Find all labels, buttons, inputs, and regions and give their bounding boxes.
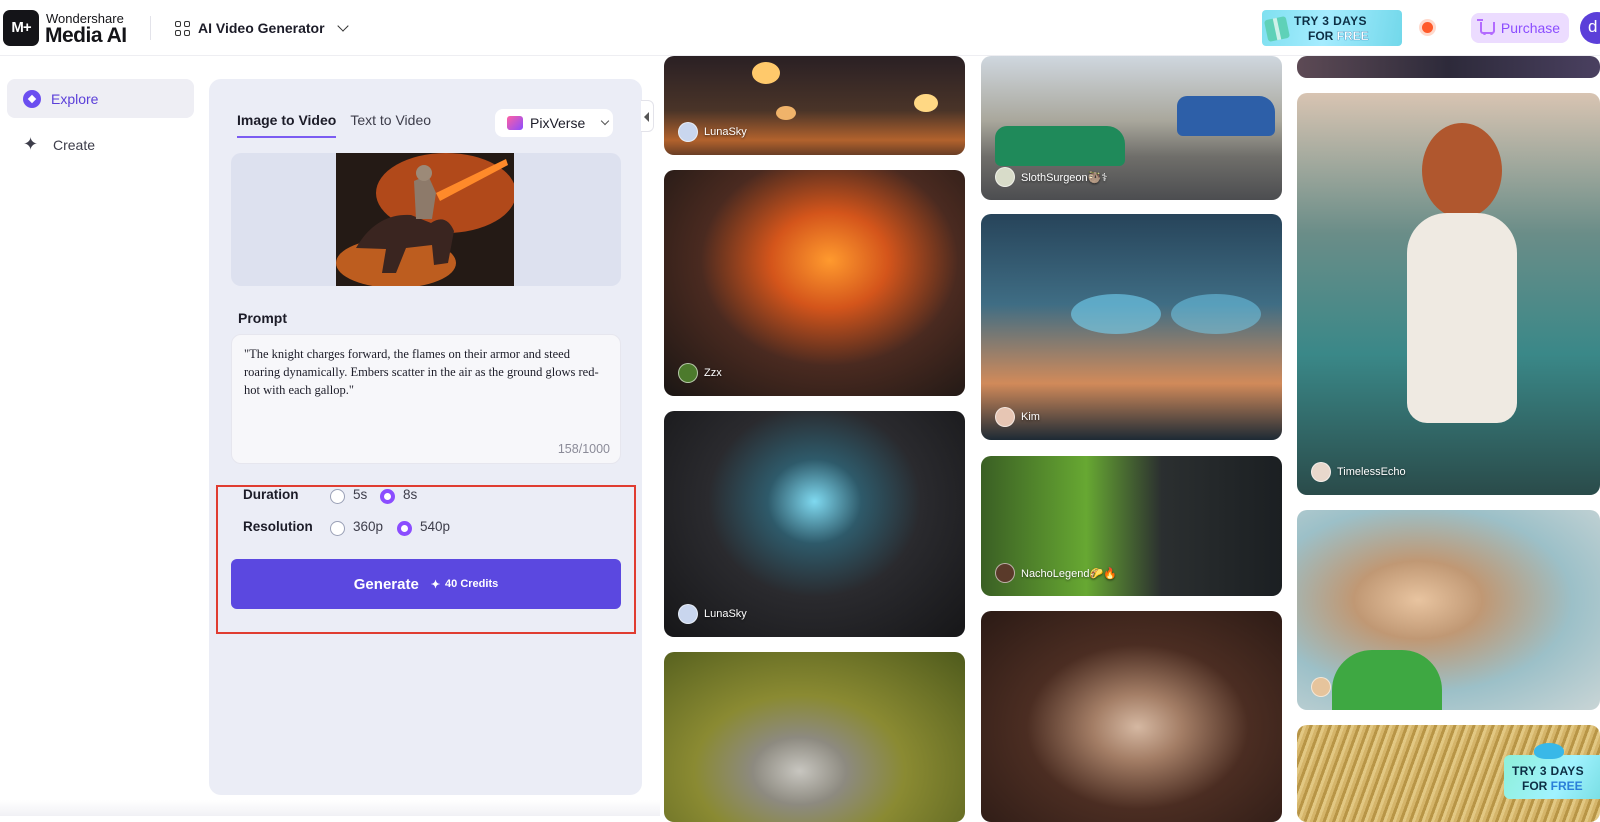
bottom-shadow [0,800,660,816]
floating-trial-button[interactable]: TRY 3 DAYS FOR FREE [1504,743,1600,799]
gallery-card[interactable]: LunaSky [664,411,965,637]
cart-icon [1476,19,1495,35]
gallery-card[interactable]: Zzx [664,170,965,396]
media-ai-logo-icon[interactable]: M+ [3,10,39,46]
compass-icon [23,89,41,108]
prompt-char-count: 158/1000 [557,442,610,456]
author-avatar [995,407,1015,427]
image-upload-area[interactable] [231,153,621,286]
gallery-card[interactable]: OceanBreeze [1297,510,1600,710]
chevron-down-icon [601,116,610,126]
card-author: LunaSky [678,122,747,142]
author-avatar [1311,677,1331,697]
duration-radio-8s[interactable] [380,489,395,504]
nav-item-label: Explore [51,90,99,107]
author-avatar [678,122,698,142]
notification-dot-icon[interactable] [1422,22,1433,33]
purchase-button[interactable]: Purchase [1471,13,1569,43]
credits-cost: ✦ 40 Credits [431,578,498,591]
card-author: NachoLegend🌮🔥 [995,563,1117,583]
uploaded-knight-image [336,153,514,286]
user-avatar[interactable]: d [1580,12,1600,44]
nav-item-create[interactable]: ✦ Create [7,125,194,164]
header-divider [150,16,151,40]
credit-sparkle-icon: ✦ [430,578,441,591]
collapse-panel-icon[interactable] [641,100,654,132]
free-trial-banner[interactable]: TRY 3 DAYS FOR FREE [1262,10,1402,46]
gallery-card[interactable]: NachoLegend🌮🔥 [981,456,1282,596]
duration-option-5s: 5s [353,487,368,502]
card-author: Kim [995,407,1040,427]
gallery-card[interactable]: LunaSky [664,56,965,155]
author-avatar [678,604,698,624]
brand-name-bottom[interactable]: Media AI [45,24,127,48]
resolution-option-360p: 360p [353,519,384,534]
sparkle-icon: ✦ [23,133,39,154]
nav-item-label: Create [53,136,96,153]
author-avatar [995,563,1015,583]
resolution-radio-540p[interactable] [397,521,412,536]
pixverse-icon [507,116,523,130]
duration-radio-5s[interactable] [330,489,345,504]
purchase-label: Purchase [1500,20,1561,36]
author-avatar [995,167,1015,187]
credits-label: 40 Credits [445,578,499,590]
chevron-down-icon [336,20,349,32]
gallery-card[interactable] [1297,56,1600,78]
product-switcher[interactable]: AI Video Generator [175,16,349,40]
card-author: Zzx [678,363,722,383]
trial-banner-line1: TRY 3 DAYS [1294,14,1367,28]
card-author: LunaSky [678,604,747,624]
gift-bow-icon [1534,743,1564,759]
gallery-card[interactable]: TimelessEcho [1297,93,1600,495]
author-avatar [678,363,698,383]
top-header: M+ Wondershare Media AI AI Video Generat… [0,0,1600,56]
generator-tabs: Image to Video Text to Video [237,112,431,138]
card-author: OceanBreeze [1311,677,1404,697]
resolution-radio-360p[interactable] [330,521,345,536]
author-avatar [1311,462,1331,482]
trial-banner-line2: FOR FREE [1308,29,1369,43]
floating-trial-line1: TRY 3 DAYS [1512,764,1584,778]
duration-option-8s: 8s [403,487,418,502]
gallery-card[interactable]: SlothSurgeon🦥⚕ [981,56,1282,200]
duration-label: Duration [243,487,299,502]
apps-grid-icon [175,20,190,36]
resolution-option-540p: 540p [420,519,451,534]
model-select[interactable]: PixVerse [495,109,613,137]
tab-text-to-video[interactable]: Text to Video [350,112,431,138]
gallery-card[interactable] [981,611,1282,822]
model-name: PixVerse [530,115,586,131]
generate-button[interactable]: Generate ✦ 40 Credits [231,559,621,609]
resolution-label: Resolution [243,519,313,534]
prompt-label: Prompt [238,310,287,326]
tab-image-to-video[interactable]: Image to Video [237,112,337,138]
card-author: SlothSurgeon🦥⚕ [995,167,1107,187]
generate-label: Generate [353,575,419,593]
gallery-card[interactable] [664,652,965,822]
card-author: TimelessEcho [1311,462,1406,482]
product-name: AI Video Generator [198,20,325,36]
floating-trial-line2: FOR FREE [1522,779,1583,793]
gift-icon [1263,15,1291,43]
gallery-card[interactable]: Kim [981,214,1282,440]
nav-item-explore[interactable]: Explore [7,79,194,118]
